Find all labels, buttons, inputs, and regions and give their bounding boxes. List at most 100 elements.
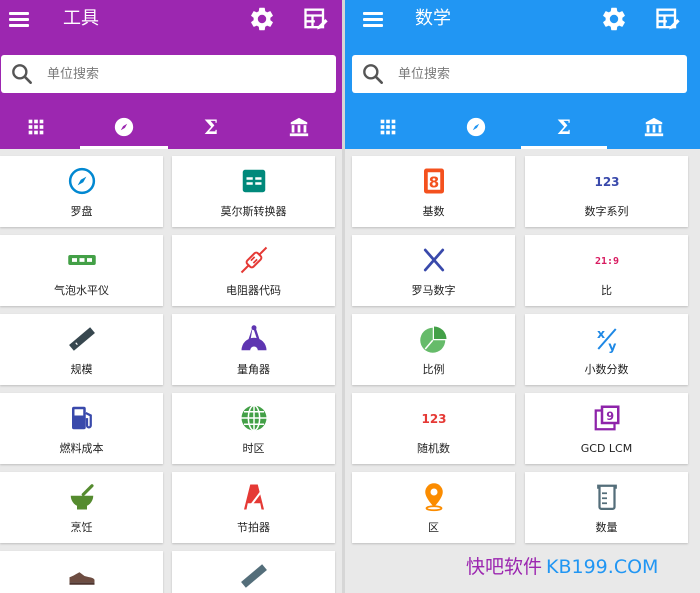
- tool-fuel-cost[interactable]: 燃料成本: [0, 393, 163, 464]
- search-input[interactable]: [398, 55, 668, 93]
- roman-x-icon: [423, 248, 444, 272]
- gear-icon[interactable]: [248, 5, 276, 33]
- tool-scale[interactable]: 规模: [0, 314, 163, 385]
- protractor-icon: [241, 325, 266, 354]
- random-number-icon: 123: [421, 412, 446, 426]
- tool-protractor[interactable]: 量角器: [172, 314, 335, 385]
- tool-compass[interactable]: 罗盘: [0, 156, 163, 227]
- tool-cooking[interactable]: 烹饪: [0, 472, 163, 543]
- shoe-icon: [69, 572, 94, 585]
- svg-text:9: 9: [606, 410, 614, 423]
- math-label: 数量: [595, 521, 618, 534]
- compass-icon: [68, 167, 95, 195]
- gcd-icon: 9: [594, 405, 619, 431]
- resistor-icon: [240, 246, 267, 274]
- svg-text:x: x: [597, 326, 605, 341]
- math-label: 比: [601, 284, 612, 297]
- tool-bubble-level[interactable]: 气泡水平仪: [0, 235, 163, 306]
- tab-math[interactable]: Σ: [168, 104, 254, 149]
- tab-finance[interactable]: [611, 104, 697, 149]
- svg-text:8: 8: [428, 173, 438, 191]
- tab-all[interactable]: [345, 104, 431, 149]
- grid-icon: [28, 119, 44, 134]
- tab-math[interactable]: Σ: [521, 104, 607, 149]
- bubble-level-icon: [67, 255, 96, 265]
- math-quantity[interactable]: 数量: [525, 472, 688, 543]
- menu-button[interactable]: [362, 8, 384, 30]
- active-tab-indicator: [80, 146, 168, 149]
- tab-bar: Σ: [0, 104, 342, 149]
- gear-icon[interactable]: [600, 5, 628, 33]
- morse-icon: [242, 169, 265, 193]
- tool-label: 气泡水平仪: [54, 284, 109, 297]
- tool-time-zone[interactable]: 时区: [172, 393, 335, 464]
- watermark-en: KB199.COM: [546, 556, 659, 578]
- tool-label: 电阻器代码: [226, 284, 281, 297]
- search-bar[interactable]: [352, 55, 687, 93]
- tool-label: 规模: [70, 363, 93, 376]
- watermark: 快吧软件 KB199.COM: [466, 554, 658, 580]
- ruler-icon: [240, 564, 267, 588]
- tool-label: 燃料成本: [59, 442, 104, 455]
- tab-bar: Σ: [345, 104, 700, 149]
- tool-shoe-size[interactable]: [0, 551, 163, 593]
- svg-text:21:9: 21:9: [594, 256, 618, 267]
- bank-icon: [644, 117, 664, 136]
- edit-table-icon[interactable]: [302, 5, 330, 33]
- math-label: 小数分数: [584, 363, 629, 376]
- sigma-icon: Σ: [203, 114, 219, 139]
- math-ratio[interactable]: 21:9 比: [525, 235, 688, 306]
- active-tab-indicator: [521, 146, 607, 149]
- tab-all[interactable]: [0, 104, 72, 149]
- math-label: 区: [428, 521, 439, 534]
- tool-label: 罗盘: [70, 205, 93, 218]
- tab-finance[interactable]: [256, 104, 342, 149]
- fraction-icon: xy: [597, 326, 617, 353]
- sigma-icon: Σ: [556, 114, 572, 139]
- bank-icon: [289, 117, 309, 136]
- tab-tools[interactable]: [80, 104, 168, 149]
- compass-icon: [114, 117, 134, 136]
- search-icon: [363, 64, 383, 84]
- math-area[interactable]: 区: [352, 472, 515, 543]
- tool-label: 莫尔斯转换器: [220, 205, 287, 218]
- mortar-icon: [70, 484, 94, 510]
- math-base[interactable]: 8 基数: [352, 156, 515, 227]
- pie-chart-icon: [419, 326, 446, 353]
- tool-resistor[interactable]: 电阻器代码: [172, 235, 335, 306]
- math-label: GCD LCM: [580, 442, 633, 455]
- math-number-series[interactable]: 123 数字系列: [525, 156, 688, 227]
- math-proportion[interactable]: 比例: [352, 314, 515, 385]
- math-random-number[interactable]: 123 随机数: [352, 393, 515, 464]
- tool-metronome[interactable]: 节拍器: [172, 472, 335, 543]
- search-input[interactable]: [47, 55, 317, 93]
- fuel-icon: [71, 406, 92, 430]
- tool-morse[interactable]: 莫尔斯转换器: [172, 156, 335, 227]
- svg-text:123: 123: [421, 412, 446, 426]
- math-header: 数学 Σ: [345, 0, 700, 149]
- location-pin-icon: [424, 483, 443, 512]
- math-label: 比例: [422, 363, 445, 376]
- math-label: 罗马数字: [411, 284, 456, 297]
- search-bar[interactable]: [1, 55, 336, 93]
- tab-tools[interactable]: [433, 104, 519, 149]
- math-gcd-lcm[interactable]: 9 GCD LCM: [525, 393, 688, 464]
- tool-label: 烹饪: [70, 521, 93, 534]
- beaker-icon: [596, 484, 617, 510]
- tool-ruler[interactable]: [172, 551, 335, 593]
- ratio-icon: 21:9: [594, 256, 618, 267]
- grid-icon: [380, 119, 396, 134]
- page-title: 数学: [415, 8, 451, 29]
- menu-button[interactable]: [8, 8, 30, 30]
- tools-panel: 工具 Σ 罗盘: [0, 0, 342, 593]
- math-decimal-fraction[interactable]: xy 小数分数: [525, 314, 688, 385]
- compass-icon: [466, 117, 486, 136]
- globe-icon: [241, 404, 266, 432]
- tool-label: 节拍器: [237, 521, 270, 534]
- tool-label: 量角器: [237, 363, 270, 376]
- watermark-cn: 快吧软件: [466, 556, 543, 578]
- math-label: 随机数: [417, 442, 450, 455]
- math-roman-numerals[interactable]: 罗马数字: [352, 235, 515, 306]
- svg-text:123: 123: [594, 175, 619, 189]
- edit-table-icon[interactable]: [654, 5, 682, 33]
